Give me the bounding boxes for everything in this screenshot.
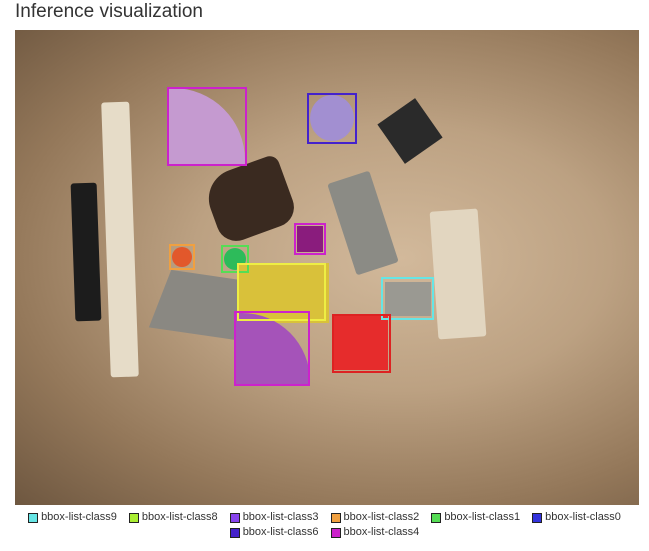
bbox-class6: [307, 93, 357, 144]
page-title: Inference visualization: [15, 1, 203, 22]
black-plate-piece: [70, 182, 102, 322]
legend-item-class9[interactable]: bbox-list-class9: [28, 510, 117, 525]
legend-swatch: [229, 512, 240, 523]
legend-item-class2[interactable]: bbox-list-class2: [330, 510, 420, 525]
legend-item-class1[interactable]: bbox-list-class1: [431, 510, 520, 525]
legend-swatch: [28, 512, 39, 523]
legend-label: bbox-list-class0: [545, 511, 621, 523]
legend-swatch: [229, 527, 240, 538]
dark-slope-piece: [377, 98, 443, 164]
inference-image: [15, 30, 639, 505]
bbox-class4-top: [167, 87, 247, 166]
legend-label: bbox-list-class9: [41, 511, 117, 523]
legend-item-class3[interactable]: bbox-list-class3: [229, 510, 319, 525]
legend-item-class8[interactable]: bbox-list-class8: [128, 510, 218, 525]
legend-swatch: [330, 512, 341, 523]
bbox-class2: [169, 244, 195, 270]
bbox-class4-small: [294, 223, 326, 255]
legend-swatch: [128, 512, 139, 523]
white-plate-right-piece: [429, 208, 487, 340]
legend-label: bbox-list-class3: [242, 511, 319, 523]
legend-label: bbox-list-class2: [343, 511, 420, 523]
white-long-plate-piece: [101, 101, 139, 378]
bbox-class0: [332, 314, 391, 373]
legend-swatch: [431, 512, 442, 523]
legend-label: bbox-list-class4: [343, 526, 420, 538]
legend: bbox-list-class9 bbox-list-class8 bbox-l…: [0, 510, 649, 540]
legend-label: bbox-list-class6: [242, 526, 319, 538]
legend-swatch: [532, 512, 543, 523]
legend-label: bbox-list-class8: [141, 511, 218, 523]
legend-item-class4[interactable]: bbox-list-class4: [330, 525, 420, 540]
minifigure-piece: [200, 153, 300, 247]
legend-item-class0[interactable]: bbox-list-class0: [532, 510, 621, 525]
legend-row-2: bbox-list-class6 bbox-list-class4: [0, 525, 649, 540]
legend-label: bbox-list-class1: [444, 511, 521, 523]
legend-row-1: bbox-list-class9 bbox-list-class8 bbox-l…: [0, 510, 649, 525]
legend-item-class6[interactable]: bbox-list-class6: [229, 525, 319, 540]
gray-plate-piece: [327, 170, 399, 276]
legend-swatch: [330, 527, 341, 538]
bbox-class4-bottom: [234, 311, 310, 386]
